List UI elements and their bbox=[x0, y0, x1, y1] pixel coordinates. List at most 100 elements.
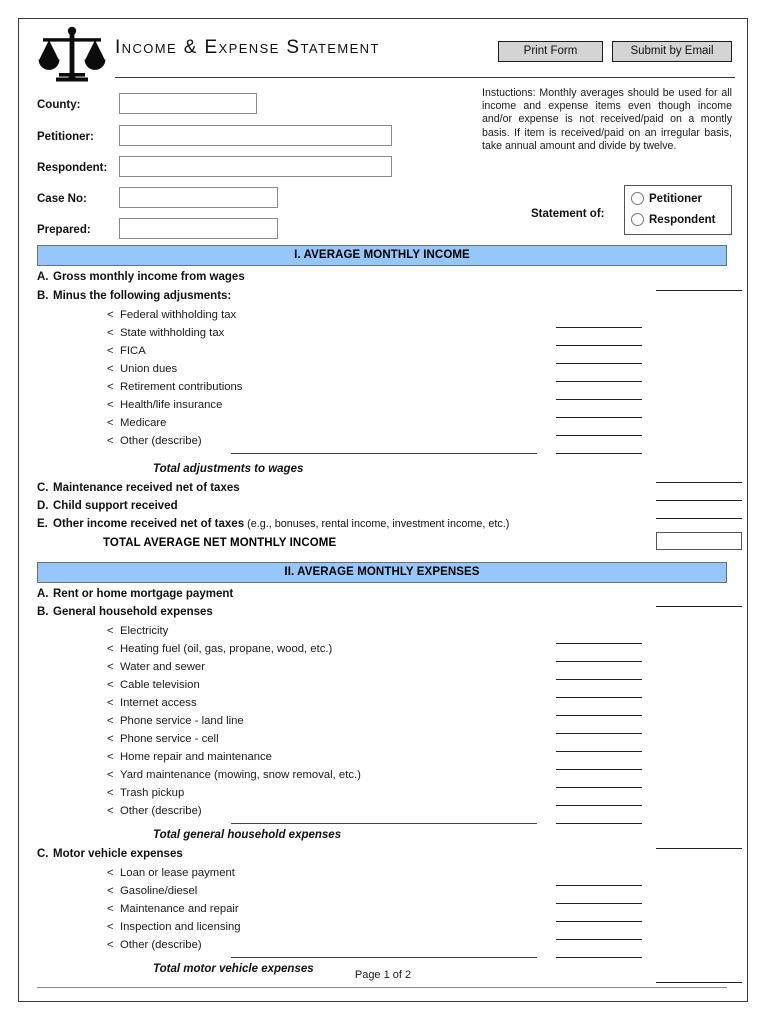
vehicle-item: < Gasoline/diesel bbox=[107, 885, 198, 897]
bullet-icon: < bbox=[107, 921, 114, 933]
bullet-icon: < bbox=[107, 327, 114, 339]
income-row-d: D. Child support received bbox=[37, 500, 178, 512]
radio-circle-icon bbox=[631, 192, 644, 205]
amount-line-household-other[interactable] bbox=[556, 823, 642, 824]
amount-line-child-support[interactable] bbox=[656, 518, 742, 519]
amount-line-rent-mortgage[interactable] bbox=[656, 606, 742, 607]
county-label: County: bbox=[37, 99, 81, 111]
bullet-icon: < bbox=[107, 417, 114, 429]
total-adjustments-label: Total adjustments to wages bbox=[153, 463, 304, 475]
describe-line-income-other[interactable] bbox=[231, 453, 537, 454]
print-form-button[interactable]: Print Form bbox=[498, 41, 603, 62]
bullet-icon: < bbox=[107, 715, 114, 727]
form-page: Income & Expense Statement Print Form Su… bbox=[18, 18, 748, 1002]
amount-line-income-other[interactable] bbox=[556, 453, 642, 454]
household-item: < Phone service - land line bbox=[107, 715, 244, 727]
adjustment-item: < Health/life insurance bbox=[107, 399, 223, 411]
household-item: < Electricity bbox=[107, 625, 169, 637]
section-income-banner: I. AVERAGE MONTHLY INCOME bbox=[37, 245, 727, 266]
household-item: < Internet access bbox=[107, 697, 197, 709]
amount-line-fica[interactable] bbox=[556, 363, 642, 364]
amount-line-water-sewer[interactable] bbox=[556, 679, 642, 680]
bullet-icon: < bbox=[107, 751, 114, 763]
amount-line-phone-cell[interactable] bbox=[556, 751, 642, 752]
amount-line-gross-wages[interactable] bbox=[656, 290, 742, 291]
amount-line-trash-pickup[interactable] bbox=[556, 805, 642, 806]
bullet-icon: < bbox=[107, 309, 114, 321]
amount-line-union-dues[interactable] bbox=[556, 381, 642, 382]
amount-line-yard-maintenance[interactable] bbox=[556, 787, 642, 788]
vehicle-item: < Inspection and licensing bbox=[107, 921, 241, 933]
page-footer: Page 1 of 2 bbox=[354, 969, 412, 981]
submit-by-email-button[interactable]: Submit by Email bbox=[612, 41, 732, 62]
bullet-icon: < bbox=[107, 697, 114, 709]
amount-line-cable-tv[interactable] bbox=[556, 697, 642, 698]
amount-line-total-adjustments[interactable] bbox=[656, 482, 742, 483]
bullet-icon: < bbox=[107, 733, 114, 745]
bullet-icon: < bbox=[107, 399, 114, 411]
describe-line-household-other[interactable] bbox=[231, 823, 537, 824]
page-title: Income & Expense Statement bbox=[115, 37, 380, 58]
amount-line-vehicle-maintenance[interactable] bbox=[556, 921, 642, 922]
petitioner-input[interactable] bbox=[119, 125, 392, 146]
bullet-icon: < bbox=[107, 435, 114, 447]
instructions-text: Instuctions: Monthly averages should be … bbox=[482, 87, 732, 152]
income-row-e: E. Other income received net of taxes (e.… bbox=[37, 518, 510, 530]
bullet-icon: < bbox=[107, 885, 114, 897]
amount-line-home-repair[interactable] bbox=[556, 769, 642, 770]
amount-line-maintenance[interactable] bbox=[656, 500, 742, 501]
radio-respondent[interactable]: Respondent bbox=[631, 213, 715, 226]
amount-line-total-vehicle[interactable] bbox=[656, 982, 742, 983]
adjustment-item: < Medicare bbox=[107, 417, 167, 429]
prepared-input[interactable] bbox=[119, 218, 278, 239]
total-net-income-input[interactable] bbox=[656, 532, 742, 550]
income-row-b: B. Minus the following adjusments: bbox=[37, 290, 232, 302]
amount-line-heating-fuel[interactable] bbox=[556, 661, 642, 662]
respondent-input[interactable] bbox=[119, 156, 392, 177]
bullet-icon: < bbox=[107, 939, 114, 951]
respondent-label: Respondent: bbox=[37, 162, 108, 174]
bullet-icon: < bbox=[107, 381, 114, 393]
statement-of-group: Petitioner Respondent bbox=[624, 185, 732, 235]
household-item: < Home repair and maintenance bbox=[107, 751, 272, 763]
household-item: < Water and sewer bbox=[107, 661, 205, 673]
household-item: < Heating fuel (oil, gas, propane, wood, … bbox=[107, 643, 333, 655]
footer-divider bbox=[37, 987, 727, 988]
statement-of-label: Statement of: bbox=[531, 208, 605, 220]
bullet-icon: < bbox=[107, 363, 114, 375]
amount-line-vehicle-other[interactable] bbox=[556, 957, 642, 958]
amount-line-federal-tax[interactable] bbox=[556, 327, 642, 328]
amount-line-inspection-licensing[interactable] bbox=[556, 939, 642, 940]
radio-circle-icon bbox=[631, 213, 644, 226]
amount-line-total-household[interactable] bbox=[656, 848, 742, 849]
vehicle-item: < Loan or lease payment bbox=[107, 867, 235, 879]
radio-petitioner[interactable]: Petitioner bbox=[631, 192, 702, 205]
amount-line-phone-landline[interactable] bbox=[556, 733, 642, 734]
amount-line-electricity[interactable] bbox=[556, 643, 642, 644]
amount-line-internet[interactable] bbox=[556, 715, 642, 716]
amount-line-medicare[interactable] bbox=[556, 435, 642, 436]
expense-row-a: A. Rent or home mortgage payment bbox=[37, 588, 234, 600]
scales-of-justice-icon bbox=[38, 26, 106, 82]
case-no-input[interactable] bbox=[119, 187, 278, 208]
total-household-label: Total general household expenses bbox=[153, 829, 342, 841]
total-net-income-label: TOTAL AVERAGE NET MONTHLY INCOME bbox=[103, 537, 337, 549]
amount-line-state-tax[interactable] bbox=[556, 345, 642, 346]
bullet-icon: < bbox=[107, 787, 114, 799]
county-input[interactable] bbox=[119, 93, 257, 114]
adjustment-item: < Other (describe) bbox=[107, 435, 202, 447]
income-row-a: A. Gross monthly income from wages bbox=[37, 271, 245, 283]
bullet-icon: < bbox=[107, 679, 114, 691]
expense-row-b: B. General household expenses bbox=[37, 606, 213, 618]
bullet-icon: < bbox=[107, 867, 114, 879]
adjustment-item: < Retirement contributions bbox=[107, 381, 243, 393]
prepared-label: Prepared: bbox=[37, 224, 91, 236]
section-expenses-banner: II. AVERAGE MONTHLY EXPENSES bbox=[37, 562, 727, 583]
amount-line-retirement[interactable] bbox=[556, 399, 642, 400]
household-item: < Yard maintenance (mowing, snow removal,… bbox=[107, 769, 361, 781]
amount-line-loan-lease[interactable] bbox=[556, 885, 642, 886]
bullet-icon: < bbox=[107, 661, 114, 673]
amount-line-health-insurance[interactable] bbox=[556, 417, 642, 418]
amount-line-gasoline[interactable] bbox=[556, 903, 642, 904]
describe-line-vehicle-other[interactable] bbox=[231, 957, 537, 958]
